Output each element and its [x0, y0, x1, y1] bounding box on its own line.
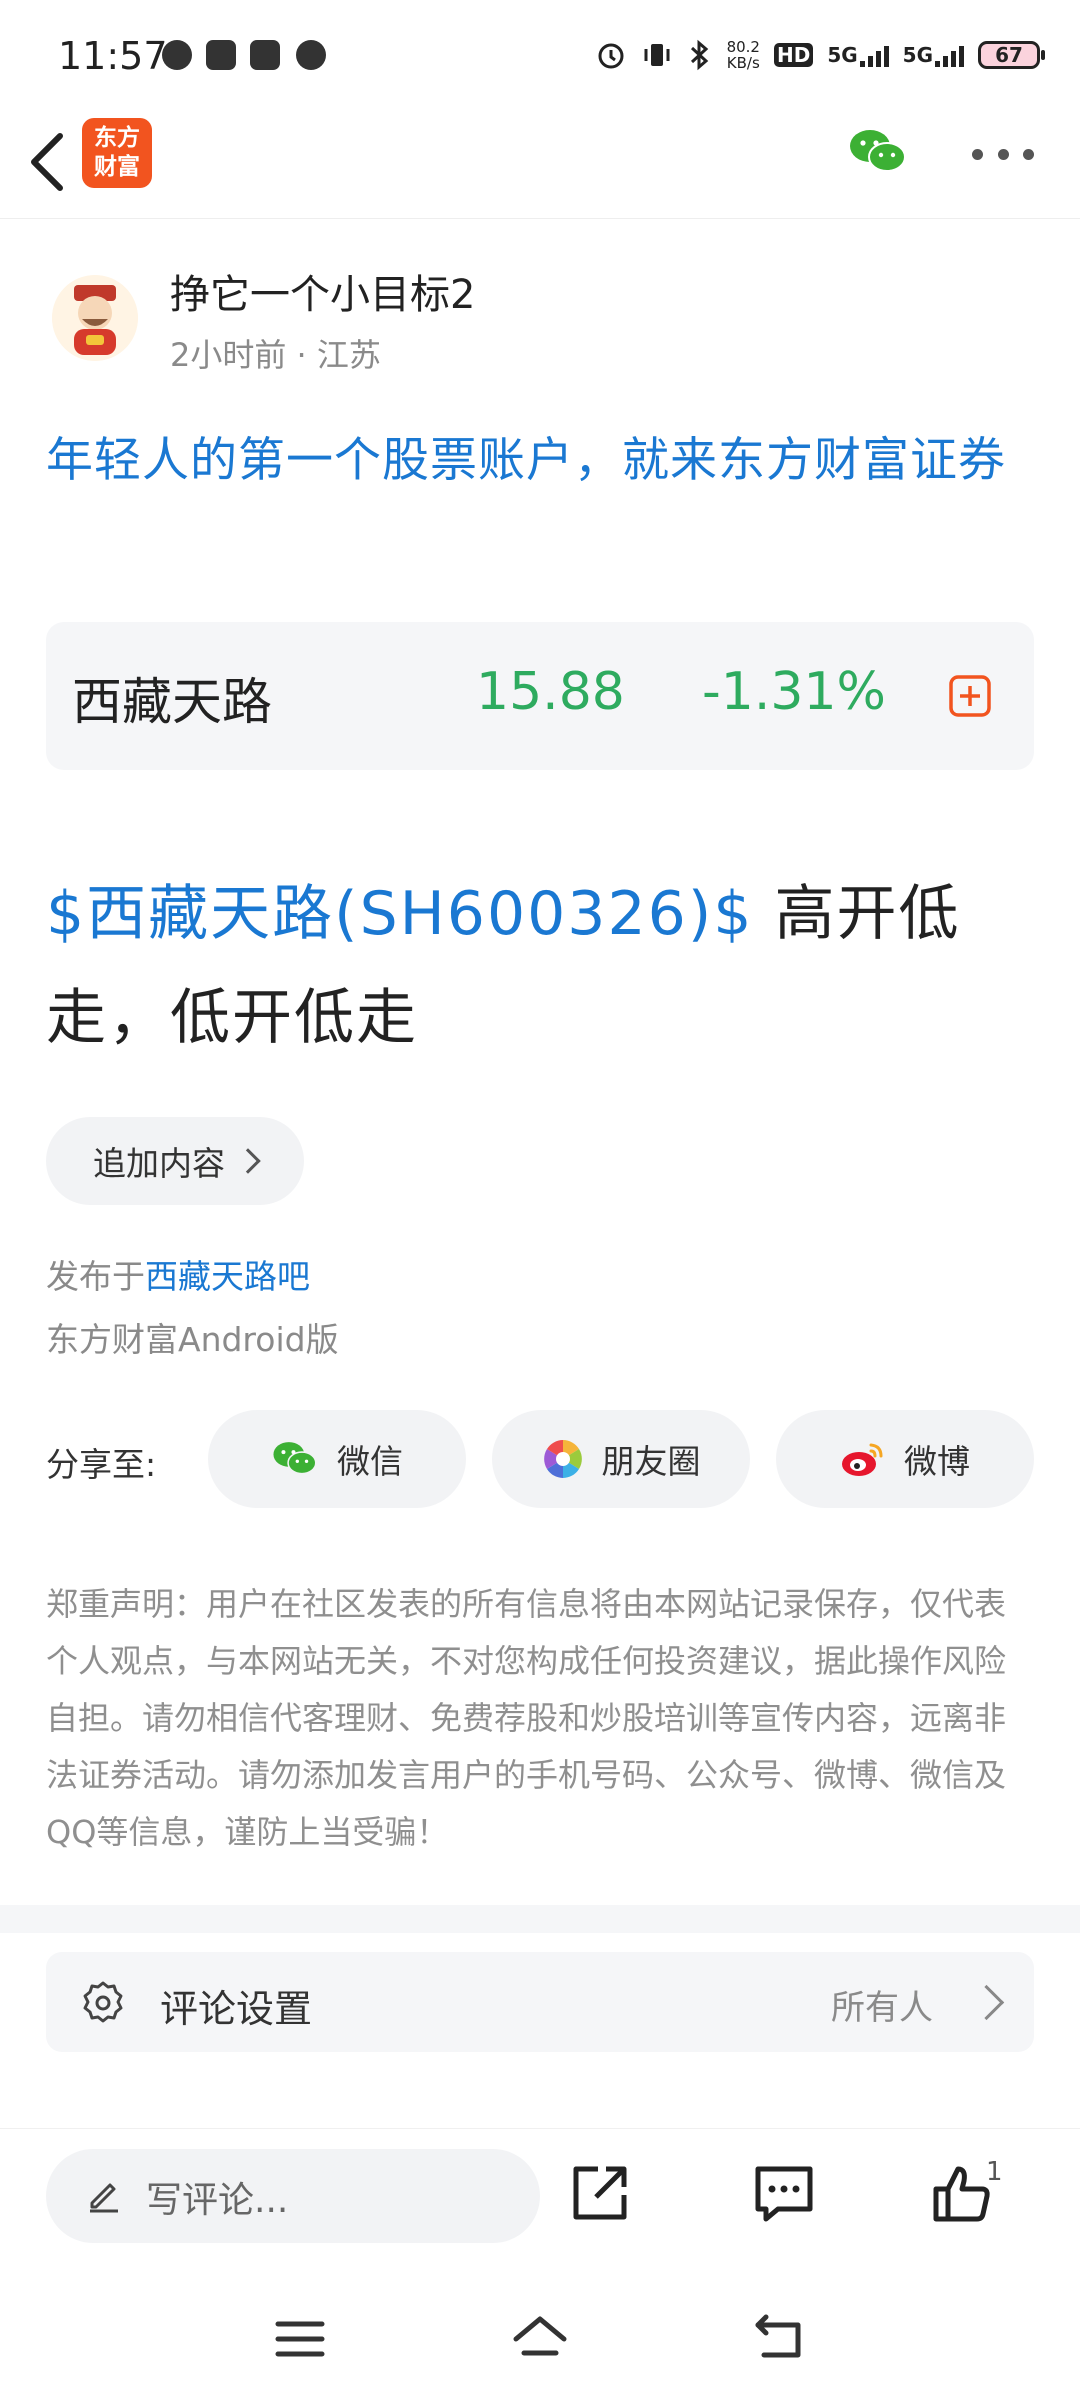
- network-speed: 80.2 KB/s: [727, 39, 760, 71]
- author-name[interactable]: 挣它一个小目标2: [170, 262, 475, 320]
- back-nav-button[interactable]: [750, 2309, 810, 2369]
- sim1-type: 5G: [827, 43, 858, 67]
- client-info: 东方财富Android版: [46, 1320, 339, 1359]
- plus-square-icon: [949, 675, 991, 717]
- gear-icon: [80, 1980, 126, 2026]
- status-time: 11:57: [58, 34, 168, 78]
- avatar-figure-icon: [52, 275, 138, 361]
- bluetooth-icon: [690, 39, 708, 71]
- weibo-icon: [842, 1443, 883, 1476]
- moments-icon: [543, 1440, 582, 1478]
- disclaimer-text: 郑重声明：用户在社区发表的所有信息将由本网站记录保存，仅代表个人观点，与本网站无…: [46, 1585, 1007, 1851]
- eastmoney-logo[interactable]: 东方 财富: [82, 118, 152, 188]
- ad-title-link[interactable]: 年轻人的第一个股票账户，就来东方财富证券: [46, 422, 1036, 500]
- logo-text-bottom: 财富: [94, 154, 140, 180]
- comments-button[interactable]: [752, 2161, 816, 2225]
- append-content-button[interactable]: 追加内容: [46, 1117, 304, 1205]
- vivo-notification-icon: [250, 40, 280, 70]
- comment-input[interactable]: 写评论...: [46, 2149, 540, 2243]
- chevron-left-icon: [31, 133, 63, 191]
- add-watchlist-button[interactable]: [948, 674, 992, 718]
- more-dots-icon: [972, 148, 983, 160]
- stock-change: -1.31%: [702, 662, 886, 722]
- wechat-icon: [850, 130, 906, 172]
- battery-indicator: 67: [978, 41, 1045, 69]
- signal-sim1: 5G: [827, 43, 889, 67]
- return-icon: [755, 2314, 801, 2358]
- pencil-icon: [84, 2175, 124, 2215]
- comment-settings-value: 所有人: [831, 1988, 933, 2028]
- stock-quote-card[interactable]: 西藏天路 15.88 -1.31%: [46, 622, 1034, 770]
- author-location: 江苏: [316, 336, 381, 374]
- share-wechat-button[interactable]: 微信: [208, 1410, 466, 1508]
- like-count: 1: [986, 2157, 1003, 2187]
- comment-settings-row[interactable]: 评论设置 所有人: [46, 1952, 1034, 2052]
- comment-settings-label: 评论设置: [160, 1987, 313, 2031]
- status-indicators: 80.2 KB/s HD 5G 5G 67: [595, 30, 1045, 80]
- home-nav-button[interactable]: [510, 2309, 570, 2369]
- share-arrow-icon: [573, 2166, 627, 2220]
- vibrate-icon: [644, 44, 670, 66]
- sim2-type: 5G: [902, 43, 933, 67]
- stock-bar-link[interactable]: 西藏天路吧: [145, 1257, 310, 1296]
- hd-badge: HD: [773, 43, 814, 67]
- post-time: 2小时前: [170, 336, 287, 374]
- section-divider: [0, 1905, 1080, 1933]
- game-notification-icon: [206, 40, 236, 70]
- home-icon: [513, 2316, 567, 2356]
- comment-bubble-icon: [755, 2166, 813, 2222]
- stock-price: 15.88: [476, 662, 625, 722]
- share-label: 分享至:: [46, 1445, 157, 1484]
- menu-icon: [275, 2321, 325, 2357]
- network-speed-unit: KB/s: [726, 54, 760, 72]
- message-notification-icon: [296, 40, 326, 70]
- share-moments-button[interactable]: 朋友圈: [492, 1410, 750, 1508]
- share-wechat-label: 微信: [337, 1442, 403, 1481]
- like-button[interactable]: [930, 2161, 994, 2225]
- wechat-icon: [273, 1442, 317, 1475]
- more-button[interactable]: [972, 144, 1034, 164]
- post-title: $西藏天路(SH600326)$ 高开低走，低开低走: [46, 862, 1036, 1070]
- wechat-share-button[interactable]: [848, 126, 908, 178]
- publish-prefix: 发布于: [46, 1257, 145, 1296]
- network-speed-value: 80.2: [726, 38, 760, 56]
- append-content-label: 追加内容: [93, 1144, 225, 1183]
- chevron-right-icon: [968, 1984, 1005, 2021]
- more-dot: [1023, 148, 1034, 160]
- status-bar: 11:57 80.2 KB/s HD 5G 5G 67: [0, 0, 1080, 110]
- meta-separator: ·: [296, 336, 317, 374]
- logo-text-top: 东方: [94, 125, 140, 151]
- menu-nav-button[interactable]: [270, 2309, 330, 2369]
- alarm-icon: [598, 43, 624, 69]
- bottom-action-bar: 写评论... 1: [0, 2128, 1080, 2389]
- share-weibo-button[interactable]: 微博: [776, 1410, 1034, 1508]
- author-meta: 2小时前 · 江苏: [170, 330, 381, 376]
- share-moments-label: 朋友圈: [601, 1442, 701, 1481]
- thumbs-up-icon: [933, 2166, 990, 2222]
- author-avatar[interactable]: [52, 275, 138, 361]
- signal-bars-icon: [935, 45, 964, 67]
- comment-placeholder: 写评论...: [146, 2180, 289, 2221]
- wechat-notification-icon: [162, 40, 192, 70]
- stock-name: 西藏天路: [72, 673, 272, 731]
- share-button[interactable]: [568, 2161, 632, 2225]
- chevron-right-icon: [235, 1148, 261, 1174]
- more-dot: [997, 148, 1009, 160]
- publish-info: 发布于西藏天路吧: [46, 1250, 310, 1298]
- stock-tag-link[interactable]: $西藏天路(SH600326)$: [46, 879, 753, 949]
- signal-sim2: 5G: [903, 43, 964, 67]
- share-weibo-label: 微博: [904, 1442, 970, 1481]
- nav-bar: 东方 财富: [0, 110, 1080, 219]
- signal-bars-icon: [859, 45, 889, 67]
- back-button[interactable]: [22, 130, 78, 194]
